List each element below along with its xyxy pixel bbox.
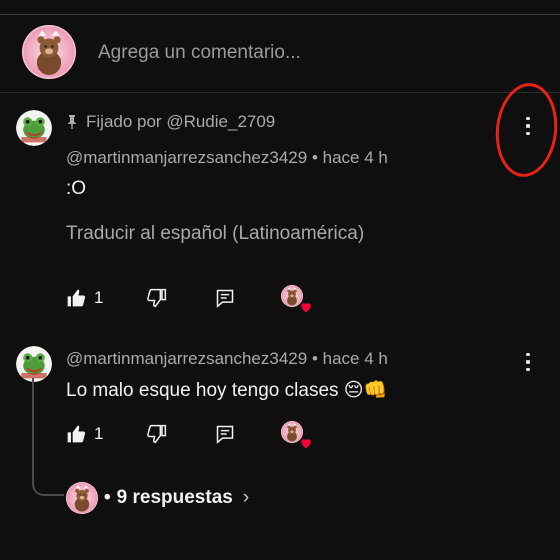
replies-label: 9 respuestas bbox=[116, 487, 233, 508]
meta-separator: • bbox=[311, 349, 318, 368]
comment-meta: @martinmanjarrezsanchez3429 • hace 4 h bbox=[66, 349, 388, 369]
reply-icon[interactable] bbox=[215, 424, 235, 444]
kebab-menu-icon[interactable] bbox=[518, 347, 538, 377]
creator-heart bbox=[281, 285, 312, 313]
current-user-avatar[interactable] bbox=[22, 25, 76, 79]
replies-bullet: • bbox=[104, 487, 111, 508]
comment-text: Lo malo esque hoy tengo clases 😔👊 bbox=[66, 380, 388, 401]
meta-separator: • bbox=[311, 148, 318, 167]
heart-icon bbox=[301, 303, 312, 313]
thumbs-up-icon bbox=[66, 424, 86, 444]
like-count: 1 bbox=[94, 424, 104, 443]
pinned-indicator: Fijado por @Rudie_2709 bbox=[66, 112, 275, 132]
translate-link[interactable]: Traducir al español (Latinoamérica) bbox=[66, 223, 364, 245]
comment-author[interactable]: @martinmanjarrezsanchez3429 bbox=[66, 349, 307, 368]
comment-actions: 1 bbox=[66, 285, 312, 313]
comment-author[interactable]: @martinmanjarrezsanchez3429 bbox=[66, 148, 307, 167]
composer-divider bbox=[0, 92, 560, 93]
creator-heart bbox=[281, 421, 312, 449]
thumbs-down-icon[interactable] bbox=[147, 424, 167, 444]
comment-text: :O bbox=[66, 178, 87, 199]
pinned-label: Fijado por @Rudie_2709 bbox=[86, 112, 276, 131]
like-button[interactable]: 1 bbox=[66, 288, 103, 308]
replier-avatar bbox=[66, 482, 98, 514]
annotation-circle bbox=[491, 80, 560, 180]
commenter-avatar[interactable] bbox=[16, 110, 52, 146]
reply-icon[interactable] bbox=[215, 288, 235, 308]
chevron-right-icon: › bbox=[242, 487, 250, 508]
like-count: 1 bbox=[94, 288, 104, 307]
comment-input[interactable]: Agrega un comentario... bbox=[98, 42, 301, 64]
comment-meta: @martinmanjarrezsanchez3429 • hace 4 h bbox=[66, 148, 388, 168]
thumbs-down-icon[interactable] bbox=[147, 288, 167, 308]
comment-actions: 1 bbox=[66, 421, 312, 449]
top-divider bbox=[0, 14, 560, 15]
pin-icon bbox=[66, 114, 78, 130]
view-replies-button[interactable]: • 9 respuestas › bbox=[66, 482, 249, 514]
comment-input-placeholder: Agrega un comentario... bbox=[98, 42, 301, 63]
thread-connector bbox=[32, 378, 64, 496]
comment-time[interactable]: hace 4 h bbox=[323, 148, 388, 167]
commenter-avatar[interactable] bbox=[16, 346, 52, 382]
like-button[interactable]: 1 bbox=[66, 424, 103, 444]
thumbs-up-icon bbox=[66, 288, 86, 308]
comment-time[interactable]: hace 4 h bbox=[323, 349, 388, 368]
heart-icon bbox=[301, 439, 312, 449]
